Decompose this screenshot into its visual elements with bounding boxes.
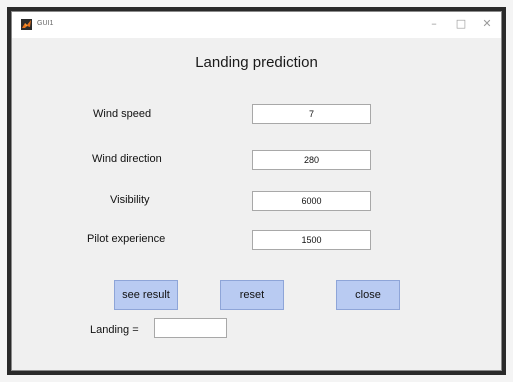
visibility-input[interactable]: 6000 — [252, 191, 371, 211]
screen-background: GUI1 – □ ✕ Landing prediction Wind speed… — [0, 0, 513, 382]
title-bar[interactable]: GUI1 – □ ✕ — [12, 12, 501, 38]
see-result-button[interactable]: see result — [114, 280, 178, 310]
wind-direction-input[interactable]: 280 — [252, 150, 371, 170]
landing-result-label: Landing = — [90, 324, 139, 336]
wind-direction-label: Wind direction — [92, 153, 162, 165]
reset-button[interactable]: reset — [220, 280, 284, 310]
page-title: Landing prediction — [195, 54, 318, 71]
pilot-experience-input[interactable]: 1500 — [252, 230, 371, 250]
wind-speed-input[interactable]: 7 — [252, 104, 371, 124]
maximize-button[interactable]: □ — [454, 17, 468, 31]
matlab-icon — [21, 19, 32, 30]
gui-window: GUI1 – □ ✕ Landing prediction Wind speed… — [11, 11, 502, 371]
wind-speed-label: Wind speed — [93, 108, 152, 120]
visibility-label: Visibility — [110, 194, 150, 206]
window-title: GUI1 — [37, 20, 54, 27]
close-window-button[interactable]: ✕ — [480, 17, 494, 31]
pilot-experience-label: Pilot experience — [87, 233, 166, 245]
close-button[interactable]: close — [336, 280, 400, 310]
landing-result-output — [154, 318, 227, 338]
minimize-button[interactable]: – — [427, 17, 441, 31]
